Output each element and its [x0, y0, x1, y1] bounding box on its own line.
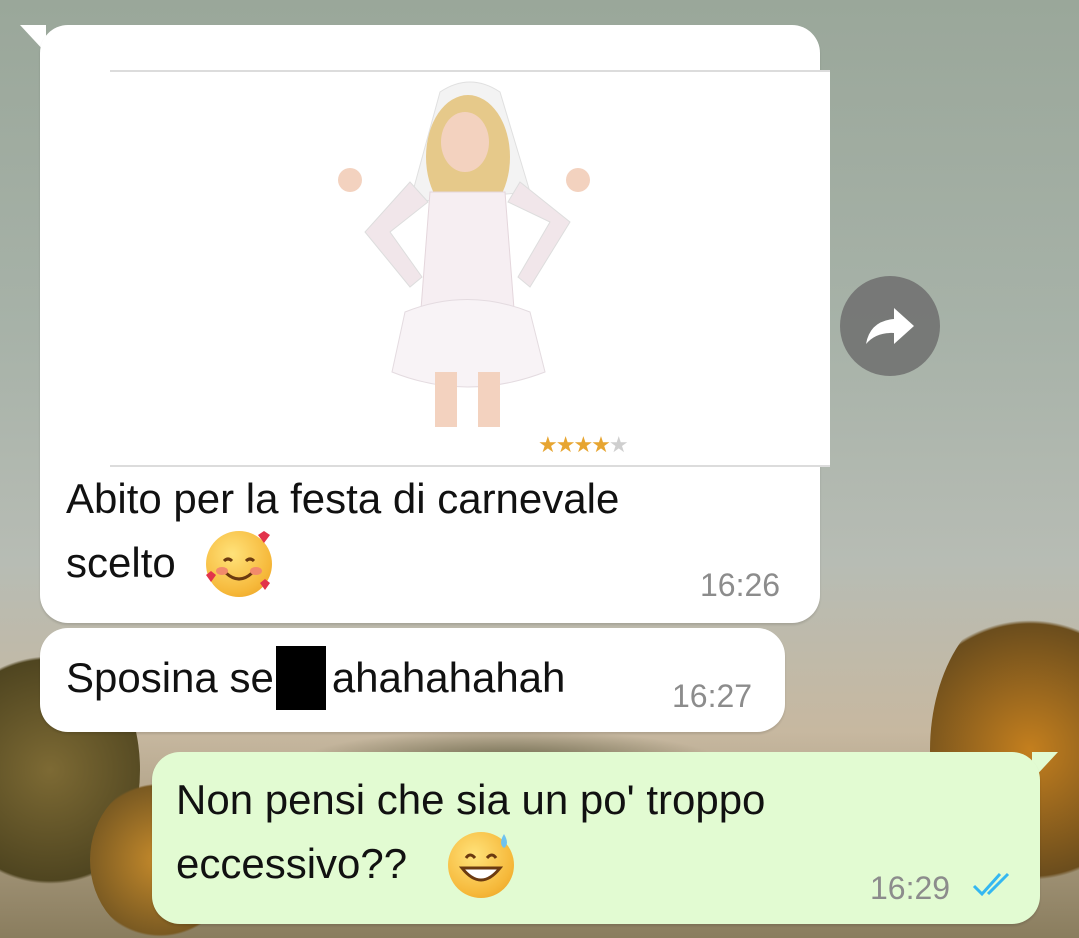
link-preview[interactable]: ★★★★★ [110, 70, 830, 467]
forward-arrow-icon [866, 308, 914, 344]
outgoing-message[interactable]: Non pensi che sia un po' troppo eccessiv… [152, 752, 1040, 924]
smiling-face-with-hearts-icon [206, 531, 272, 597]
message-text-end: ahahahahah [331, 654, 566, 701]
incoming-message-2[interactable]: Sposina se ahahahahah 16:27 [40, 628, 785, 732]
double-check-icon [972, 872, 1010, 897]
rating-stars: ★★★★★ [538, 432, 629, 457]
incoming-message-1[interactable]: ★★★★★ Abito per la festa di carnevale sc… [40, 25, 830, 623]
redaction-bar [275, 646, 326, 710]
message-text: Abito per la festa di carnevale scelto [66, 475, 620, 586]
forward-button[interactable] [840, 276, 940, 376]
message-text: Sposina se ahahahahah [66, 646, 565, 710]
message-time: 16:26 [700, 567, 781, 603]
message-time: 16:27 [672, 678, 753, 714]
message-text-start: Sposina se [66, 654, 274, 701]
grinning-face-with-sweat-icon [448, 832, 514, 898]
message-time: 16:29 [870, 870, 951, 906]
product-image [338, 81, 590, 427]
